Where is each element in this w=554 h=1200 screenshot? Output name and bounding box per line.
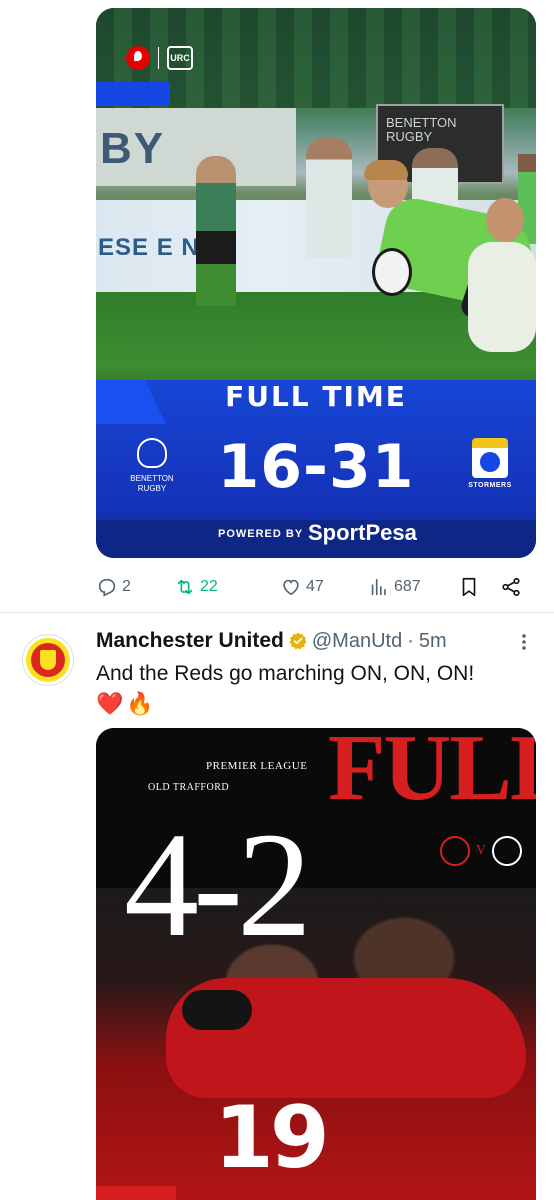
ball-carrier-hair	[364, 160, 408, 180]
logo-divider	[158, 47, 159, 69]
urc-logo: URC	[167, 46, 193, 70]
away-team: STORMERS	[462, 438, 518, 489]
team-badges: V	[440, 836, 523, 866]
home-team: BENETTON RUGBY	[122, 438, 182, 494]
brighton-badge-icon	[492, 836, 523, 866]
board-right-text: BENETTON RUGBY	[386, 115, 457, 144]
home-team-name: BENETTON RUGBY	[130, 474, 174, 493]
stormers-crest-icon	[472, 438, 508, 478]
views-button[interactable]: 687	[368, 576, 421, 598]
heart-emoji: ❤️	[96, 691, 124, 716]
author-avatar[interactable]	[22, 634, 74, 686]
tweet2-text: And the Reds go marching ON, ON, ON!	[96, 662, 475, 685]
tackler-jersey	[468, 242, 536, 352]
like-count: 47	[306, 578, 324, 595]
accent-bar	[96, 82, 170, 106]
powered-by-label: POWERED BY	[218, 528, 304, 540]
tweet2-media-image[interactable]: PREMIER LEAGUE OLD TRAFFORD FULL V 19 4-…	[96, 728, 536, 1200]
more-icon[interactable]	[514, 628, 534, 656]
benetton-crest-icon	[137, 438, 167, 468]
full-headline: FULL	[328, 728, 536, 820]
competition-label: PREMIER LEAGUE	[206, 760, 308, 772]
tweet2-header: Manchester United @ManUtd · 5m	[96, 628, 536, 654]
author-name[interactable]: Manchester United	[96, 629, 284, 653]
sponsor-name: SportPesa	[308, 520, 417, 545]
repost-count: 22	[200, 578, 218, 595]
tweet-time[interactable]: 5m	[419, 630, 447, 653]
like-button[interactable]: 47	[280, 576, 324, 598]
manchester-united-crest-icon	[26, 638, 70, 682]
background-player	[196, 156, 236, 306]
venue-label: OLD TRAFFORD	[148, 782, 230, 793]
views-icon	[371, 578, 386, 596]
away-team-name: STORMERS	[468, 482, 512, 489]
adboard-text: ESE E N	[98, 234, 200, 261]
reply-count: 2	[122, 578, 131, 595]
author-handle[interactable]: @ManUtd	[312, 630, 402, 653]
background-player	[306, 138, 352, 258]
tweet-divider	[0, 612, 554, 613]
verified-badge-icon	[289, 632, 307, 650]
tweet1-media-image[interactable]: BY BENETTON RUGBY ESE E N URC FULL TIME …	[96, 8, 536, 558]
shirt-number: 19	[214, 1088, 330, 1188]
match-score: 4-2	[124, 802, 312, 968]
header-separator: ·	[407, 629, 414, 652]
repost-button[interactable]: 22	[174, 576, 218, 598]
versus-label: V	[476, 843, 487, 858]
repost-icon	[177, 579, 193, 595]
reply-icon	[98, 578, 116, 597]
reply-button[interactable]: 2	[96, 576, 131, 598]
tweet1-action-bar: 2 22 47 687	[96, 574, 536, 600]
view-count: 687	[394, 578, 421, 595]
graphic-footer-bar	[96, 1186, 176, 1200]
black-glove	[182, 990, 252, 1030]
tackler-head	[486, 198, 524, 242]
rugby-ball	[372, 248, 412, 296]
bookmark-icon	[462, 577, 476, 597]
share-button[interactable]	[500, 576, 522, 598]
sponsor-logos: URC	[126, 46, 193, 70]
like-icon	[283, 579, 299, 596]
share-icon	[502, 577, 520, 597]
full-time-headline: FULL TIME	[225, 380, 407, 413]
bookmark-button[interactable]	[458, 576, 480, 598]
vodafone-logo	[126, 46, 150, 70]
fire-emoji: 🔥	[126, 691, 154, 716]
board-left-text: BY	[100, 124, 166, 173]
manchester-united-badge-icon	[440, 836, 470, 866]
